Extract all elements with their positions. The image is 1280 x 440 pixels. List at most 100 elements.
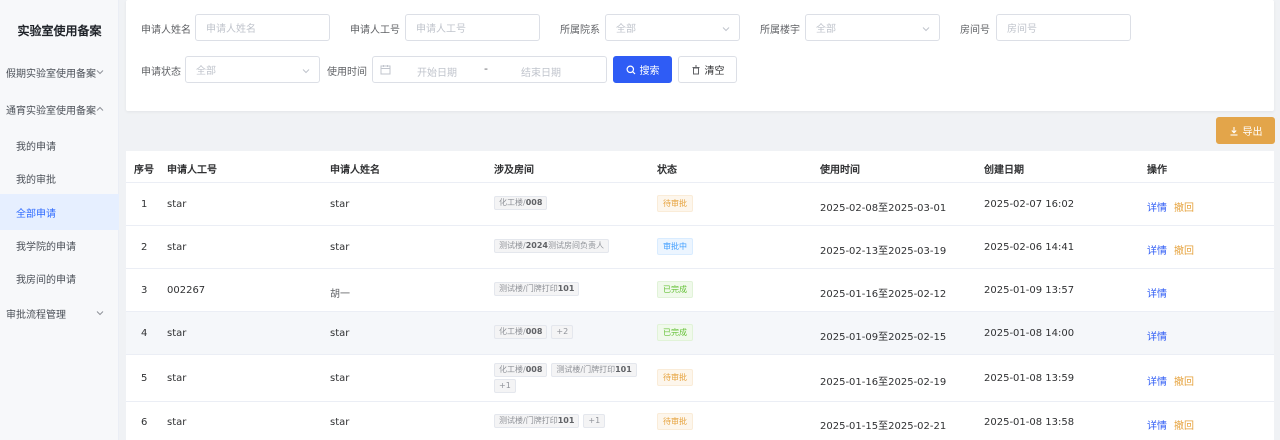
chevron-down-icon	[721, 24, 731, 34]
applicant-id-label: 申请人工号	[350, 25, 400, 36]
cell-emp-id: star	[167, 199, 187, 210]
chevron-up-icon	[95, 104, 105, 114]
table-row[interactable]: 3 002267 胡一 测试楼/门牌打印101 已完成 2025-01-16至2…	[126, 269, 1274, 312]
room-number: 2024	[525, 241, 548, 250]
status-badge: 已完成	[657, 324, 693, 341]
room-number: 门牌打印	[583, 365, 616, 374]
download-icon	[1229, 126, 1239, 136]
revoke-link[interactable]: 撤回	[1174, 242, 1194, 257]
status-select[interactable]: 全部	[185, 56, 320, 83]
cell-use-time: 2025-01-09至2025-02-15	[820, 328, 946, 343]
cell-created: 2025-01-09 13:57	[984, 285, 1075, 296]
time-label: 使用时间	[327, 67, 367, 78]
select-value: 全部	[616, 24, 636, 35]
menu-label: 审批流程管理	[6, 309, 66, 321]
sidebar-title: 实验室使用备案	[17, 24, 102, 38]
submenu-label: 我的审批	[16, 174, 56, 186]
room-tag: 测试楼/门牌打印101	[551, 363, 637, 377]
status-badge: 审批中	[657, 238, 693, 255]
menu-approval-flow[interactable]: 审批流程管理	[0, 295, 119, 331]
submenu-my-applications[interactable]: 我的申请	[0, 127, 119, 163]
cell-no: 6	[141, 417, 148, 428]
menu-overnight-lab[interactable]: 通宵实验室使用备案	[0, 91, 119, 127]
status-badge: 已完成	[657, 281, 693, 298]
detail-link[interactable]: 详情	[1147, 199, 1167, 214]
detail-link[interactable]: 详情	[1147, 285, 1167, 300]
applications-table: 序号 申请人工号 申请人姓名 涉及房间 状态 使用时间 创建日期 操作 1 st…	[126, 151, 1274, 440]
more-rooms-tag: +2	[551, 325, 574, 339]
cell-created: 2025-01-08 14:00	[984, 328, 1075, 339]
start-date: 2025-01-16	[820, 289, 879, 300]
cell-rooms: 化工楼/008 +2	[494, 325, 577, 339]
search-button[interactable]: 搜索	[613, 56, 672, 83]
revoke-link[interactable]: 撤回	[1174, 417, 1194, 432]
room-number: 门牌打印	[525, 284, 558, 293]
college-select[interactable]: 全部	[605, 14, 740, 41]
placeholder: 房间号	[1007, 24, 1037, 35]
chevron-down-icon	[95, 67, 105, 77]
applicant-id-input[interactable]: 申请人工号	[405, 14, 540, 41]
clear-button[interactable]: 清空	[678, 56, 737, 83]
end-date: 2025-02-15	[888, 332, 947, 343]
submenu-label: 我房间的申请	[16, 274, 76, 286]
room-suffix: 测试房间负责人	[547, 241, 604, 250]
table-row[interactable]: 2 star star 测试楼/2024测试房间负责人 审批中 2025-02-…	[126, 226, 1274, 269]
cell-name: star	[330, 242, 350, 253]
submenu-label: 我学院的申请	[16, 241, 76, 253]
building-select[interactable]: 全部	[805, 14, 940, 41]
start-date-input[interactable]: 开始日期	[417, 64, 457, 79]
detail-link[interactable]: 详情	[1147, 417, 1167, 432]
building-label: 所属楼宇	[760, 25, 800, 36]
detail-link[interactable]: 详情	[1147, 328, 1167, 343]
cell-use-time: 2025-02-08至2025-03-01	[820, 199, 946, 214]
export-button[interactable]: 导出	[1216, 117, 1275, 144]
room-num: 101	[615, 365, 632, 374]
submenu-my-approvals[interactable]: 我的审批	[0, 160, 119, 196]
detail-link[interactable]: 详情	[1147, 373, 1167, 388]
cell-name: 胡一	[330, 289, 350, 300]
submenu-all-applications[interactable]: 全部申请	[0, 194, 119, 230]
date-range-picker[interactable]: 开始日期 - 结束日期	[372, 56, 607, 83]
date-to: 至	[878, 421, 889, 432]
status-badge: 待审批	[657, 195, 693, 212]
table-row[interactable]: 1 star star 化工楼/008 待审批 2025-02-08至2025-…	[126, 183, 1274, 226]
table-header: 序号 申请人工号 申请人姓名 涉及房间 状态 使用时间 创建日期 操作	[126, 151, 1274, 183]
room-input[interactable]: 房间号	[996, 14, 1131, 41]
room-tag: 化工楼/008	[494, 325, 548, 339]
cell-use-time: 2025-01-15至2025-02-21	[820, 417, 946, 432]
room-number: 门牌打印	[525, 416, 558, 425]
chevron-down-icon	[301, 66, 311, 76]
cell-rooms: 测试楼/门牌打印101 +1	[494, 414, 609, 428]
menu-label: 通宵实验室使用备案	[6, 105, 96, 117]
submenu-college-applications[interactable]: 我学院的申请	[0, 227, 119, 263]
room-tag: 测试楼/门牌打印101	[494, 282, 580, 296]
table-row[interactable]: 6 star star 测试楼/门牌打印101 +1 待审批 2025-01-15…	[126, 402, 1274, 440]
calendar-icon	[380, 64, 391, 75]
submenu-room-applications[interactable]: 我房间的申请	[0, 260, 119, 296]
revoke-link[interactable]: 撤回	[1174, 199, 1194, 214]
table-row[interactable]: 5 star star 化工楼/008 测试楼/门牌打印101 +1 待审批 202…	[126, 355, 1274, 402]
end-date: 2025-02-21	[888, 421, 947, 432]
applicant-name-input[interactable]: 申请人姓名	[195, 14, 330, 41]
detail-link[interactable]: 详情	[1147, 242, 1167, 257]
placeholder: 申请人工号	[416, 24, 466, 35]
applicant-name-label: 申请人姓名	[141, 25, 191, 36]
start-date: 2025-02-08	[820, 203, 879, 214]
room-building: 测试楼	[499, 416, 523, 425]
table-row[interactable]: 4 star star 化工楼/008 +2 已完成 2025-01-09至202…	[126, 312, 1274, 355]
range-separator: -	[484, 62, 488, 75]
revoke-link[interactable]: 撤回	[1174, 373, 1194, 388]
search-button-label: 搜索	[639, 66, 660, 77]
header-created: 创建日期	[984, 165, 1024, 176]
cell-rooms: 测试楼/2024测试房间负责人	[494, 239, 613, 253]
end-date-input[interactable]: 结束日期	[521, 64, 561, 79]
cell-created: 2025-02-06 14:41	[984, 242, 1075, 253]
header-no: 序号	[134, 165, 154, 176]
cell-created: 2025-01-08 13:58	[984, 417, 1075, 428]
room-building: 化工楼	[499, 198, 523, 207]
sidebar: 实验室使用备案 假期实验室使用备案 通宵实验室使用备案 我的申请 我的审批 全部…	[0, 0, 119, 440]
cell-name: star	[330, 417, 350, 428]
menu-holiday-lab[interactable]: 假期实验室使用备案	[0, 54, 119, 90]
end-date: 2025-03-19	[888, 246, 947, 257]
room-num: 101	[557, 284, 575, 293]
